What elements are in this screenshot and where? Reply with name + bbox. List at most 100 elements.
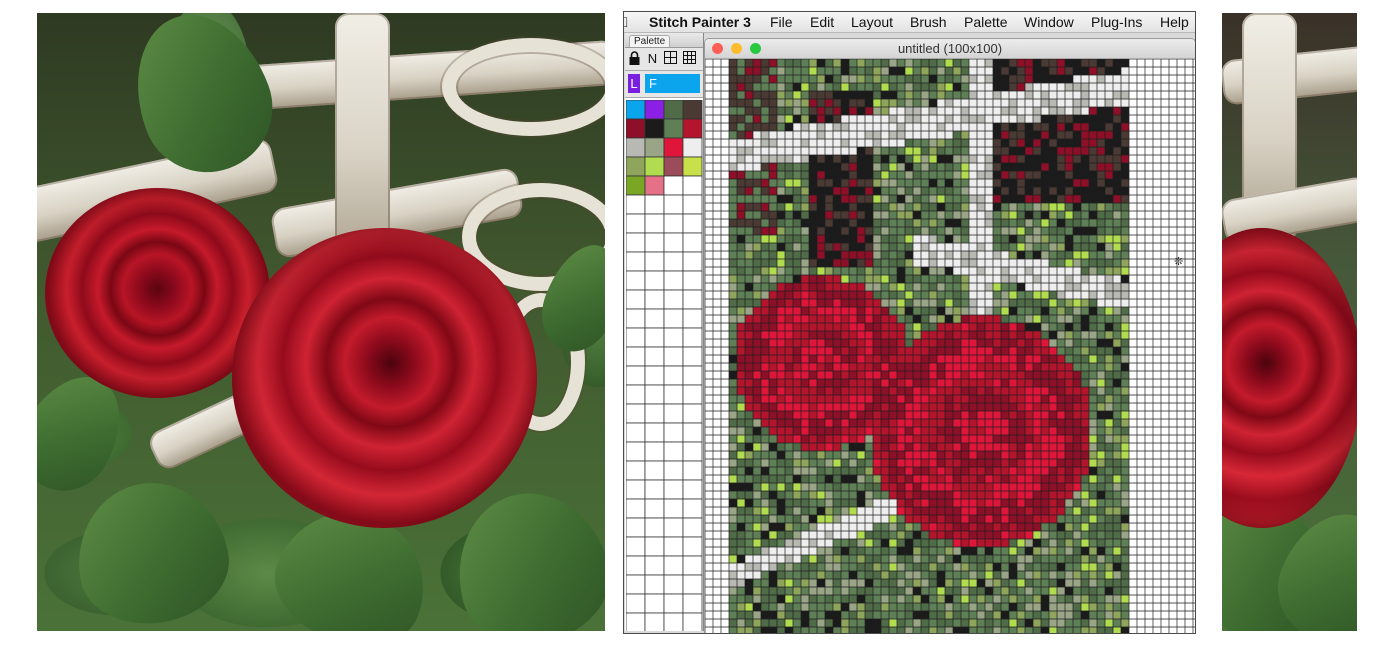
empty-swatch[interactable] (626, 612, 646, 631)
empty-swatch[interactable] (626, 194, 646, 215)
menu-window[interactable]: Window (1024, 14, 1074, 30)
empty-swatch[interactable] (644, 403, 665, 424)
palette-swatch[interactable] (644, 118, 665, 139)
empty-swatch[interactable] (644, 441, 665, 462)
app-name-menu[interactable]: Stitch Painter 3 (649, 14, 751, 30)
field-color-button[interactable]: F (645, 74, 700, 93)
empty-swatch[interactable] (644, 612, 665, 631)
empty-swatch[interactable] (626, 403, 646, 424)
empty-swatch[interactable] (682, 213, 703, 234)
empty-swatch[interactable] (663, 346, 684, 367)
empty-swatch[interactable] (626, 289, 646, 310)
empty-swatch[interactable] (626, 270, 646, 291)
empty-swatch[interactable] (626, 517, 646, 538)
menu-palette[interactable]: Palette (964, 14, 1008, 30)
empty-swatch[interactable] (626, 308, 646, 329)
empty-swatch[interactable] (682, 270, 703, 291)
empty-swatch[interactable] (644, 517, 665, 538)
empty-swatch[interactable] (644, 194, 665, 215)
empty-swatch[interactable] (626, 213, 646, 234)
empty-swatch[interactable] (663, 365, 684, 386)
empty-swatch[interactable] (663, 213, 684, 234)
empty-swatch[interactable] (663, 308, 684, 329)
empty-swatch[interactable] (682, 612, 703, 631)
palette-swatch[interactable] (644, 175, 665, 196)
color-swatch-grid[interactable] (626, 100, 703, 631)
empty-swatch[interactable] (663, 498, 684, 519)
empty-swatch[interactable] (644, 460, 665, 481)
pattern-grid-icon[interactable] (682, 51, 697, 66)
palette-tab[interactable]: Palette (629, 35, 671, 47)
empty-swatch[interactable] (663, 574, 684, 595)
empty-swatch[interactable] (626, 593, 646, 614)
layer-color-button[interactable]: L (628, 74, 640, 93)
empty-swatch[interactable] (682, 403, 703, 424)
empty-swatch[interactable] (626, 251, 646, 272)
empty-swatch[interactable] (682, 498, 703, 519)
empty-swatch[interactable] (682, 536, 703, 557)
empty-swatch[interactable] (663, 422, 684, 443)
grid-icon[interactable] (663, 51, 678, 66)
empty-swatch[interactable] (682, 460, 703, 481)
empty-swatch[interactable] (663, 327, 684, 348)
empty-swatch[interactable] (682, 517, 703, 538)
palette-swatch[interactable] (626, 156, 646, 177)
empty-swatch[interactable] (644, 308, 665, 329)
close-button[interactable] (712, 43, 723, 54)
empty-swatch[interactable] (626, 574, 646, 595)
empty-swatch[interactable] (663, 270, 684, 291)
new-tool-button[interactable]: N (645, 51, 660, 66)
palette-swatch[interactable] (626, 137, 646, 158)
empty-swatch[interactable] (663, 384, 684, 405)
empty-swatch[interactable] (626, 460, 646, 481)
empty-swatch[interactable] (626, 346, 646, 367)
empty-swatch[interactable] (682, 251, 703, 272)
empty-swatch[interactable] (644, 422, 665, 443)
empty-swatch[interactable] (663, 612, 684, 631)
empty-swatch[interactable] (663, 251, 684, 272)
empty-swatch[interactable] (644, 251, 665, 272)
empty-swatch[interactable] (682, 574, 703, 595)
palette-swatch[interactable] (682, 156, 703, 177)
empty-swatch[interactable] (626, 479, 646, 500)
stitch-grid[interactable] (705, 58, 1195, 634)
empty-swatch[interactable] (663, 555, 684, 576)
empty-swatch[interactable] (682, 479, 703, 500)
empty-swatch[interactable] (663, 194, 684, 215)
empty-swatch[interactable] (663, 289, 684, 310)
empty-swatch[interactable] (644, 270, 665, 291)
empty-swatch[interactable] (626, 384, 646, 405)
palette-swatch[interactable] (663, 137, 684, 158)
empty-swatch[interactable] (663, 517, 684, 538)
empty-swatch[interactable] (644, 574, 665, 595)
palette-swatch[interactable] (663, 156, 684, 177)
menu-layout[interactable]: Layout (851, 14, 893, 30)
empty-swatch[interactable] (644, 498, 665, 519)
empty-swatch[interactable] (626, 327, 646, 348)
lock-icon[interactable] (627, 51, 642, 66)
empty-swatch[interactable] (682, 194, 703, 215)
empty-swatch[interactable] (682, 346, 703, 367)
empty-swatch[interactable] (626, 498, 646, 519)
empty-swatch[interactable] (644, 213, 665, 234)
empty-swatch[interactable] (682, 308, 703, 329)
empty-swatch[interactable] (682, 289, 703, 310)
empty-swatch[interactable] (644, 289, 665, 310)
palette-swatch[interactable] (682, 118, 703, 139)
empty-swatch[interactable] (682, 593, 703, 614)
palette-swatch[interactable] (663, 118, 684, 139)
empty-swatch[interactable] (682, 555, 703, 576)
menu-help[interactable]: Help (1160, 14, 1189, 30)
empty-swatch[interactable] (663, 175, 684, 196)
zoom-button[interactable] (750, 43, 761, 54)
menu-brush[interactable]: Brush (910, 14, 947, 30)
empty-swatch[interactable] (644, 327, 665, 348)
menu-edit[interactable]: Edit (810, 14, 834, 30)
empty-swatch[interactable] (644, 365, 665, 386)
empty-swatch[interactable] (663, 536, 684, 557)
empty-swatch[interactable] (644, 479, 665, 500)
palette-swatch[interactable] (626, 118, 646, 139)
palette-swatch[interactable] (644, 156, 665, 177)
menu-plug-ins[interactable]: Plug-Ins (1091, 14, 1142, 30)
palette-swatch[interactable] (626, 175, 646, 196)
